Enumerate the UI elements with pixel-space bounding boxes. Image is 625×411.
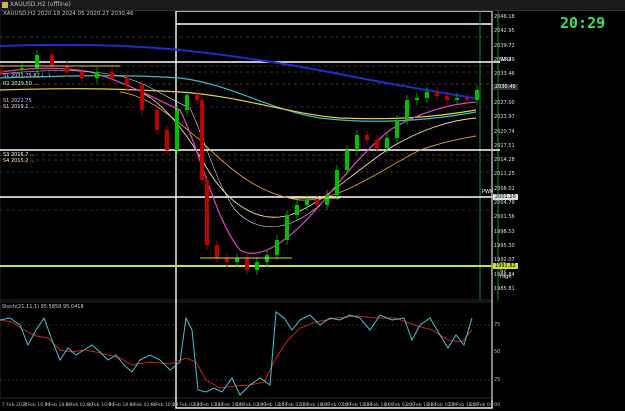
candle-body <box>465 98 469 100</box>
dashed-levels <box>0 36 492 211</box>
candle-body <box>245 258 249 270</box>
ema-tan <box>119 91 477 201</box>
candle-body <box>255 262 259 270</box>
selection-rectangle[interactable] <box>175 10 493 409</box>
candle-body <box>140 85 144 110</box>
candle-body <box>195 95 199 100</box>
candle-body <box>475 90 479 100</box>
candle-body <box>95 72 99 78</box>
candle-body <box>110 72 114 78</box>
candle-body <box>125 78 129 85</box>
candle-body <box>65 66 69 72</box>
window-titlebar[interactable]: XAUUSD,H2 (offline) <box>0 0 625 11</box>
candlesticks <box>0 50 479 275</box>
price-axis-label: 2014.28 <box>494 157 515 164</box>
candle-body <box>365 135 369 140</box>
candle-body <box>395 120 399 138</box>
candle-body <box>415 98 419 100</box>
candle-body <box>205 180 209 245</box>
candle-body <box>200 100 204 180</box>
price-axis-label: 2017.51 <box>494 142 515 149</box>
candle-body <box>0 70 4 72</box>
stoch-main-line <box>0 311 473 396</box>
candle-body <box>335 170 339 195</box>
candle-body <box>325 195 329 205</box>
stoch-indicator-label: Stoch(21,11,1) 95.5859 95.0418 <box>2 304 84 310</box>
candle-body <box>235 258 239 262</box>
candle-body <box>275 240 279 255</box>
price-axis-label: 2042.95 <box>494 28 515 35</box>
price-axis-label: 2020.74 <box>494 128 515 135</box>
price-axis-label: 1988.84 <box>494 271 515 278</box>
ema-blue <box>0 43 479 100</box>
candle-body <box>305 200 309 205</box>
candle-body <box>165 130 169 150</box>
stoch-panel-frame <box>0 301 493 399</box>
main-chart[interactable] <box>0 0 625 411</box>
stoch-scale-label: 50 <box>494 349 501 355</box>
clock-display: 20:29 <box>560 14 606 32</box>
price-axis-label: 2001.56 <box>494 214 515 221</box>
candle-body <box>295 205 299 215</box>
candle-body <box>155 110 159 130</box>
left-level-label: S1 2031.75 R2 (...) <box>3 73 51 79</box>
ema-magenta <box>0 67 477 254</box>
price-axis-label: 1985.81 <box>494 286 515 292</box>
candle-body <box>435 92 439 96</box>
candle-body <box>355 135 359 150</box>
candle-body <box>285 215 289 240</box>
price-axis-label: 2046.18 <box>494 14 515 20</box>
candle-body <box>375 140 379 148</box>
support-price-badge: 1991.82 <box>493 263 518 269</box>
candle-body <box>315 200 319 205</box>
candle-body <box>445 96 449 100</box>
candle-body <box>80 72 84 78</box>
candle-body <box>20 68 24 70</box>
candle-body <box>385 138 389 148</box>
price-axis-label: 2027.00 <box>494 99 515 106</box>
time-axis-label: 22 Feb 04:00 <box>470 403 501 408</box>
candle-body <box>425 92 429 98</box>
chart-window-icon <box>2 2 8 8</box>
window-title: XAUUSD,H2 (offline) <box>10 1 71 8</box>
price-axis-label: 2008.02 <box>494 185 515 192</box>
stoch-scale-label: 25 <box>494 377 501 383</box>
candle-body <box>50 55 54 66</box>
candle-body <box>215 245 219 258</box>
price-axis-label: 2004.79 <box>494 200 515 207</box>
price-axis-label: 2039.72 <box>494 42 515 49</box>
left-level-label: R1 2029.50 ... <box>3 81 39 87</box>
candle-body <box>405 100 409 120</box>
candle-body <box>455 98 459 100</box>
ema-white-thin <box>0 70 321 228</box>
price-axis-label: 2023.97 <box>494 114 515 121</box>
ohlc-header: XAUUSD,H2 2020.18 2024.05 2020.27 2030.4… <box>3 11 134 17</box>
left-level-label: S1 2019.1 ... <box>3 104 35 110</box>
price-axis-label: 2011.25 <box>494 171 515 178</box>
level-label-pivot: PWP <box>482 189 493 195</box>
candle-body <box>185 95 189 110</box>
price-axis-label: 1995.30 <box>494 243 515 250</box>
price-axis-label: 2036.49 <box>494 56 515 63</box>
candle-body <box>225 258 229 262</box>
price-axis-label: 2033.46 <box>494 71 515 78</box>
current-price-badge: 2030.46 <box>493 84 518 90</box>
stoch-signal-line <box>0 315 473 389</box>
candle-body <box>175 110 179 150</box>
ema-cyan <box>0 75 477 122</box>
pivot-price-badge: 2001.20 <box>493 194 518 200</box>
stoch-scale-label: 75 <box>494 322 501 328</box>
left-level-label: S4 2015.2 ... <box>3 158 35 164</box>
price-axis-label: 1998.53 <box>494 228 515 235</box>
candle-body <box>345 150 349 170</box>
